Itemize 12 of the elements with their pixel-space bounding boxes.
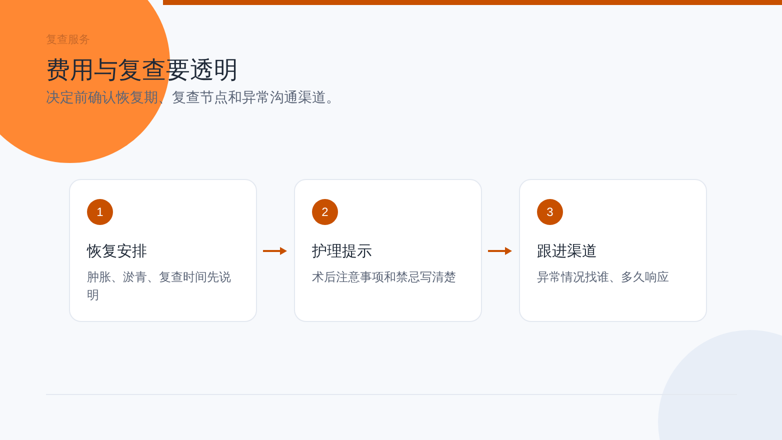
step-number: 3 <box>537 199 563 225</box>
arrow-icon <box>263 246 288 256</box>
step-description: 术后注意事项和禁忌写清楚 <box>312 269 456 286</box>
step-description: 肿胀、淤青、复查时间先说明 <box>87 269 232 304</box>
arrow-icon <box>488 246 513 256</box>
step-description: 异常情况找谁、多久响应 <box>537 269 669 286</box>
step-title: 护理提示 <box>312 242 372 262</box>
step-title: 跟进渠道 <box>537 242 597 262</box>
step-title: 恢复安排 <box>87 242 147 262</box>
step-number: 1 <box>87 199 113 225</box>
page-subtitle: 决定前确认恢复期、复查节点和异常沟通渠道。 <box>46 88 340 106</box>
step-number: 2 <box>312 199 338 225</box>
